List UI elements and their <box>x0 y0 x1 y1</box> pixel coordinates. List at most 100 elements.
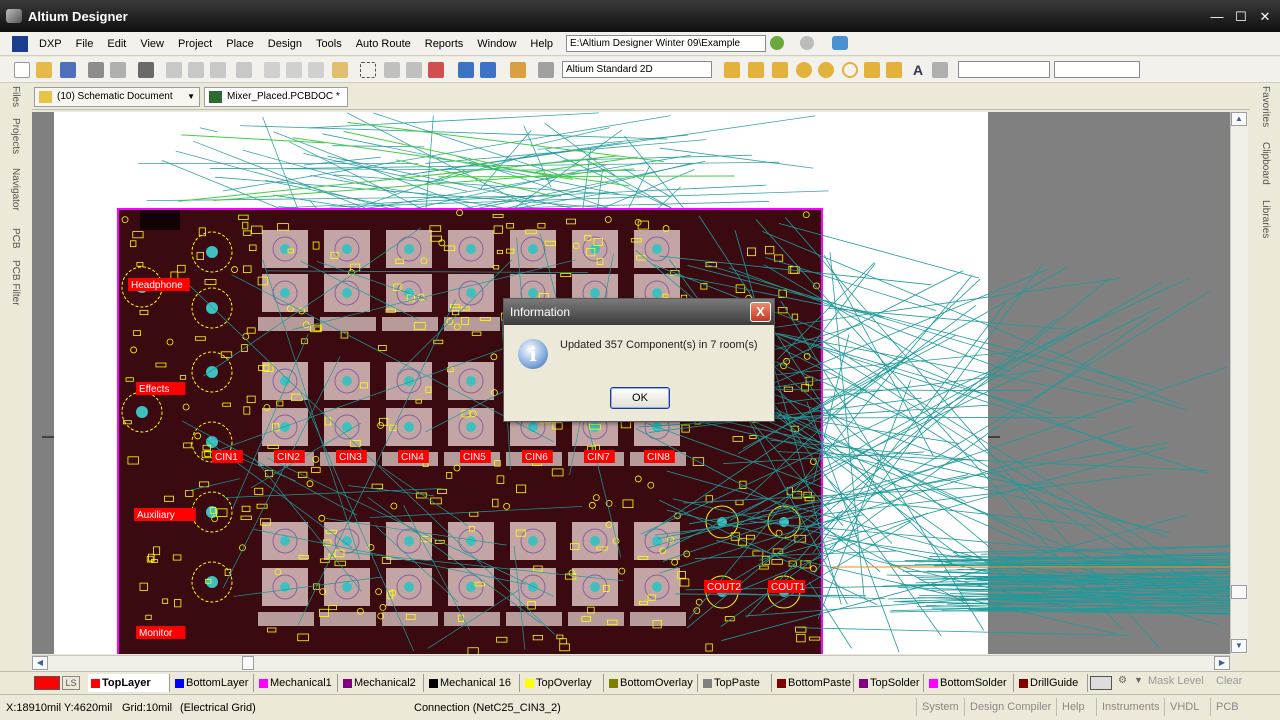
menu-place[interactable]: Place <box>219 38 261 50</box>
menu-project[interactable]: Project <box>171 38 219 50</box>
path-combo[interactable]: E:\Altium Designer Winter 09\Example <box>566 35 766 52</box>
horizontal-scrollbar[interactable]: ◀ ▶ <box>32 655 1230 671</box>
paste-icon[interactable] <box>308 62 324 78</box>
status-help-button[interactable]: Help <box>1056 698 1090 716</box>
clear-button[interactable]: Clear <box>1216 675 1242 687</box>
rubber-stamp-icon[interactable] <box>332 62 348 78</box>
maximize-icon[interactable]: ☐ <box>1232 7 1250 25</box>
zoom-area-icon[interactable] <box>188 62 204 78</box>
refresh-icon[interactable] <box>800 36 814 50</box>
place-fill-icon[interactable] <box>864 62 880 78</box>
layers-icon[interactable] <box>138 62 154 78</box>
scroll-thumb[interactable] <box>1231 585 1247 599</box>
place-string-icon[interactable]: A <box>910 62 926 78</box>
status-instruments-button[interactable]: Instruments <box>1096 698 1164 716</box>
scroll-right-icon[interactable]: ▶ <box>1214 656 1230 670</box>
panel-tab-libraries[interactable]: Libraries <box>1260 200 1271 238</box>
layer-tab-mechanical2[interactable]: Mechanical2 <box>340 674 424 692</box>
cross-probe-icon[interactable] <box>510 62 526 78</box>
save-icon[interactable] <box>60 62 76 78</box>
panel-tab-files[interactable]: Files <box>10 86 21 107</box>
layer-tab-drillguide[interactable]: DrillGuide <box>1016 674 1088 692</box>
menu-dxp[interactable]: DXP <box>32 38 69 50</box>
place-via-icon[interactable] <box>818 62 834 78</box>
deselect-icon[interactable] <box>406 62 422 78</box>
clear-filter-icon[interactable] <box>428 62 444 78</box>
layer-tab-topoverlay[interactable]: TopOverlay <box>522 674 604 692</box>
menu-tools[interactable]: Tools <box>309 38 349 50</box>
menu-view[interactable]: View <box>133 38 171 50</box>
tab-schematic-document[interactable]: (10) Schematic Document ▼ <box>34 87 200 107</box>
move-icon[interactable] <box>384 62 400 78</box>
print-icon[interactable] <box>88 62 104 78</box>
panel-tab-favorites[interactable]: Favorites <box>1260 86 1271 127</box>
panel-tab-clipboard[interactable]: Clipboard <box>1260 142 1271 185</box>
menu-window[interactable]: Window <box>470 38 523 50</box>
zoom-fit-icon[interactable] <box>166 62 182 78</box>
place-arc-icon[interactable] <box>842 62 858 78</box>
layer-tab-toppaste[interactable]: TopPaste <box>700 674 772 692</box>
layer-tab-bottomlayer[interactable]: BottomLayer <box>172 674 254 692</box>
zoom-selected-icon[interactable] <box>210 62 226 78</box>
menu-reports[interactable]: Reports <box>418 38 471 50</box>
interactive-route-icon[interactable] <box>724 62 740 78</box>
menu-design[interactable]: Design <box>261 38 309 50</box>
layer-tab-toplayer[interactable]: TopLayer <box>88 674 170 692</box>
diff-pair-route-icon[interactable] <box>748 62 764 78</box>
zoom-previous-icon[interactable] <box>236 62 252 78</box>
snap-icon[interactable]: ⚙ <box>1118 675 1127 686</box>
layer-tab-mechanical-16[interactable]: Mechanical 16 <box>426 674 520 692</box>
multi-route-icon[interactable] <box>772 62 788 78</box>
panel-tab-pcb[interactable]: PCB <box>10 228 21 249</box>
layer-tab-bottompaste[interactable]: BottomPaste <box>774 674 854 692</box>
panel-tab-navigator[interactable]: Navigator <box>10 168 21 211</box>
layer-tab-bottomoverlay[interactable]: BottomOverlay <box>606 674 698 692</box>
layer-tab-topsolder[interactable]: TopSolder <box>856 674 924 692</box>
status-pcb-button[interactable]: PCB <box>1210 698 1244 716</box>
view-mode-combo[interactable]: Altium Standard 2D <box>562 61 712 78</box>
redo-icon[interactable] <box>480 62 496 78</box>
menu-auto-route[interactable]: Auto Route <box>349 38 418 50</box>
filter-combo-1[interactable] <box>958 61 1050 78</box>
scroll-thumb-horizontal[interactable] <box>242 656 254 670</box>
print-preview-icon[interactable] <box>110 62 126 78</box>
vertical-scrollbar[interactable]: ▲ ▼ <box>1230 112 1248 654</box>
go-forward-icon[interactable] <box>770 36 784 50</box>
scroll-up-icon[interactable]: ▲ <box>1231 112 1247 126</box>
open-icon[interactable] <box>36 62 52 78</box>
layer-tab-bottomsolder[interactable]: BottomSolder <box>926 674 1014 692</box>
status-design-compiler-button[interactable]: Design Compiler <box>964 698 1056 716</box>
dialog-close-button[interactable]: X <box>750 302 771 322</box>
chevron-down-icon[interactable]: ▼ <box>187 88 195 106</box>
layer-scroll-icon[interactable] <box>1090 676 1112 690</box>
status-system-button[interactable]: System <box>916 698 964 716</box>
menu-help[interactable]: Help <box>523 38 560 50</box>
browse-icon[interactable] <box>538 62 554 78</box>
menu-file[interactable]: File <box>69 38 101 50</box>
panel-tab-pcb-filter[interactable]: PCB Filter <box>10 260 21 306</box>
close-icon[interactable]: ✕ <box>1256 7 1274 25</box>
undo-icon[interactable] <box>458 62 474 78</box>
filter-combo-2[interactable] <box>1054 61 1140 78</box>
layer-tab-mechanical1[interactable]: Mechanical1 <box>256 674 338 692</box>
mask-level-button[interactable]: Mask Level <box>1148 675 1204 687</box>
place-polygon-icon[interactable] <box>886 62 902 78</box>
home-icon[interactable] <box>832 36 848 50</box>
new-icon[interactable] <box>14 62 30 78</box>
minimize-icon[interactable]: — <box>1208 7 1226 25</box>
scroll-down-icon[interactable]: ▼ <box>1231 639 1247 653</box>
tab-pcb-document[interactable]: Mixer_Placed.PCBDOC * <box>204 87 348 107</box>
current-layer-swatch[interactable] <box>34 676 60 690</box>
layer-set-button[interactable]: LS <box>62 676 80 690</box>
select-area-icon[interactable] <box>360 62 376 78</box>
copy-icon[interactable] <box>286 62 302 78</box>
scroll-left-icon[interactable]: ◀ <box>32 656 48 670</box>
place-pad-icon[interactable] <box>796 62 812 78</box>
place-array-icon[interactable] <box>932 62 948 78</box>
ok-button[interactable]: OK <box>610 387 670 409</box>
panel-tab-projects[interactable]: Projects <box>10 118 21 154</box>
menu-edit[interactable]: Edit <box>100 38 133 50</box>
status-vhdl-button[interactable]: VHDL <box>1164 698 1204 716</box>
chevron-down-icon[interactable]: ▼ <box>1134 675 1143 685</box>
cut-icon[interactable] <box>264 62 280 78</box>
